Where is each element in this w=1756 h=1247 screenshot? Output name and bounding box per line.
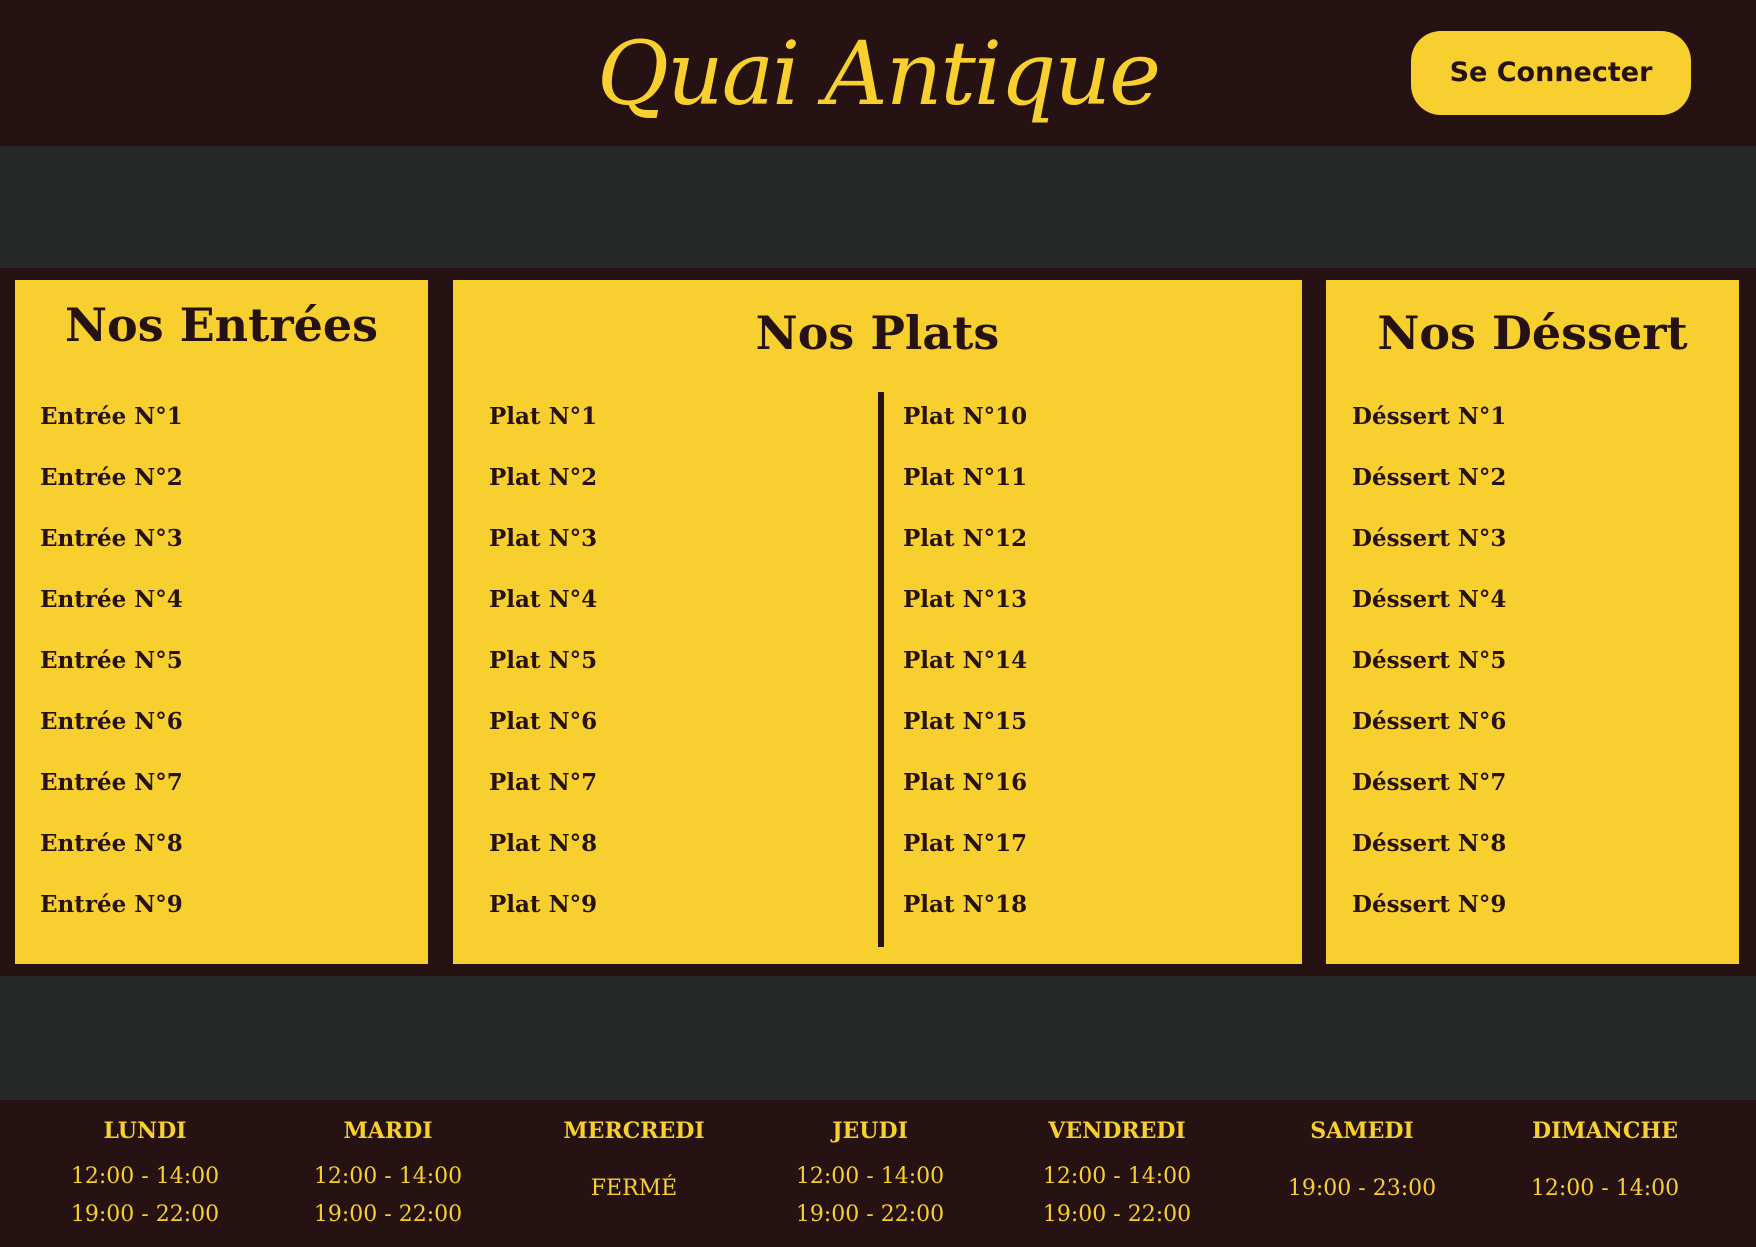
entree-item: Entrée N°6 (40, 708, 183, 735)
hours-range: 12:00 - 14:00 (795, 1164, 945, 1189)
hours-samedi: SAMEDI 19:00 - 23:00 (1232, 1116, 1492, 1208)
plat-item: Plat N°15 (903, 708, 1028, 735)
plat-item: Plat N°6 (489, 708, 598, 735)
desserts-title: Nos Déssert (1377, 306, 1688, 360)
entree-item: Entrée N°3 (40, 525, 183, 552)
hours-range: FERMÉ (590, 1176, 678, 1201)
dessert-item: Déssert N°3 (1352, 525, 1507, 552)
day-name: LUNDI (103, 1118, 187, 1144)
plat-item: Plat N°17 (903, 830, 1028, 857)
entrees-card: Nos Entrées (15, 280, 428, 964)
dessert-item: Déssert N°2 (1352, 464, 1507, 491)
hours-mercredi: MERCREDI FERMÉ (504, 1116, 764, 1208)
hours-lundi: LUNDI 12:00 - 14:00 19:00 - 22:00 (15, 1116, 275, 1234)
plat-item: Plat N°18 (903, 891, 1028, 918)
hours-jeudi: JEUDI 12:00 - 14:00 19:00 - 22:00 (740, 1116, 1000, 1234)
plat-item: Plat N°11 (903, 464, 1028, 491)
dessert-item: Déssert N°8 (1352, 830, 1507, 857)
hours-range: 19:00 - 23:00 (1287, 1176, 1437, 1201)
dessert-item: Déssert N°4 (1352, 586, 1507, 613)
day-name: SAMEDI (1310, 1118, 1414, 1144)
hours-mardi: MARDI 12:00 - 14:00 19:00 - 22:00 (258, 1116, 518, 1234)
hours-range: 19:00 - 22:00 (313, 1202, 463, 1227)
hours-dimanche: DIMANCHE 12:00 - 14:00 (1475, 1116, 1735, 1208)
login-button[interactable]: Se Connecter (1411, 31, 1691, 115)
desserts-card: Nos Déssert (1326, 280, 1739, 964)
site-header: Quai Antique Se Connecter (0, 0, 1756, 146)
dessert-item: Déssert N°7 (1352, 769, 1507, 796)
day-name: VENDREDI (1048, 1118, 1186, 1144)
hours-range: 19:00 - 22:00 (1042, 1202, 1192, 1227)
entree-item: Entrée N°2 (40, 464, 183, 491)
hero-spacer (0, 146, 1756, 268)
plat-item: Plat N°13 (903, 586, 1028, 613)
hours-range: 12:00 - 14:00 (1530, 1176, 1680, 1201)
footer-spacer (0, 976, 1756, 1100)
day-name: MARDI (343, 1118, 433, 1144)
dessert-item: Déssert N°5 (1352, 647, 1507, 674)
plat-item: Plat N°16 (903, 769, 1028, 796)
plat-item: Plat N°8 (489, 830, 598, 857)
plat-item: Plat N°9 (489, 891, 598, 918)
entree-item: Entrée N°9 (40, 891, 183, 918)
dessert-item: Déssert N°1 (1352, 403, 1507, 430)
entrees-title: Nos Entrées (64, 298, 379, 352)
hours-range: 19:00 - 22:00 (795, 1202, 945, 1227)
day-name: JEUDI (832, 1118, 908, 1144)
plat-item: Plat N°12 (903, 525, 1028, 552)
hours-vendredi: VENDREDI 12:00 - 14:00 19:00 - 22:00 (987, 1116, 1247, 1234)
entree-item: Entrée N°5 (40, 647, 183, 674)
plat-item: Plat N°7 (489, 769, 598, 796)
dessert-item: Déssert N°6 (1352, 708, 1507, 735)
plat-item: Plat N°4 (489, 586, 598, 613)
entree-item: Entrée N°1 (40, 403, 183, 430)
entree-item: Entrée N°8 (40, 830, 183, 857)
dessert-item: Déssert N°9 (1352, 891, 1507, 918)
entree-item: Entrée N°7 (40, 769, 183, 796)
entree-item: Entrée N°4 (40, 586, 183, 613)
hours-range: 12:00 - 14:00 (313, 1164, 463, 1189)
day-name: DIMANCHE (1532, 1118, 1678, 1144)
plat-item: Plat N°2 (489, 464, 598, 491)
plat-item: Plat N°1 (489, 403, 598, 430)
hours-range: 12:00 - 14:00 (1042, 1164, 1192, 1189)
plat-item: Plat N°3 (489, 525, 598, 552)
plat-item: Plat N°10 (903, 403, 1028, 430)
plat-item: Plat N°5 (489, 647, 598, 674)
plats-column-divider (878, 392, 884, 947)
day-name: MERCREDI (563, 1118, 705, 1144)
hours-range: 12:00 - 14:00 (70, 1164, 220, 1189)
plats-title: Nos Plats (755, 306, 1000, 360)
hours-range: 19:00 - 22:00 (70, 1202, 220, 1227)
plat-item: Plat N°14 (903, 647, 1028, 674)
